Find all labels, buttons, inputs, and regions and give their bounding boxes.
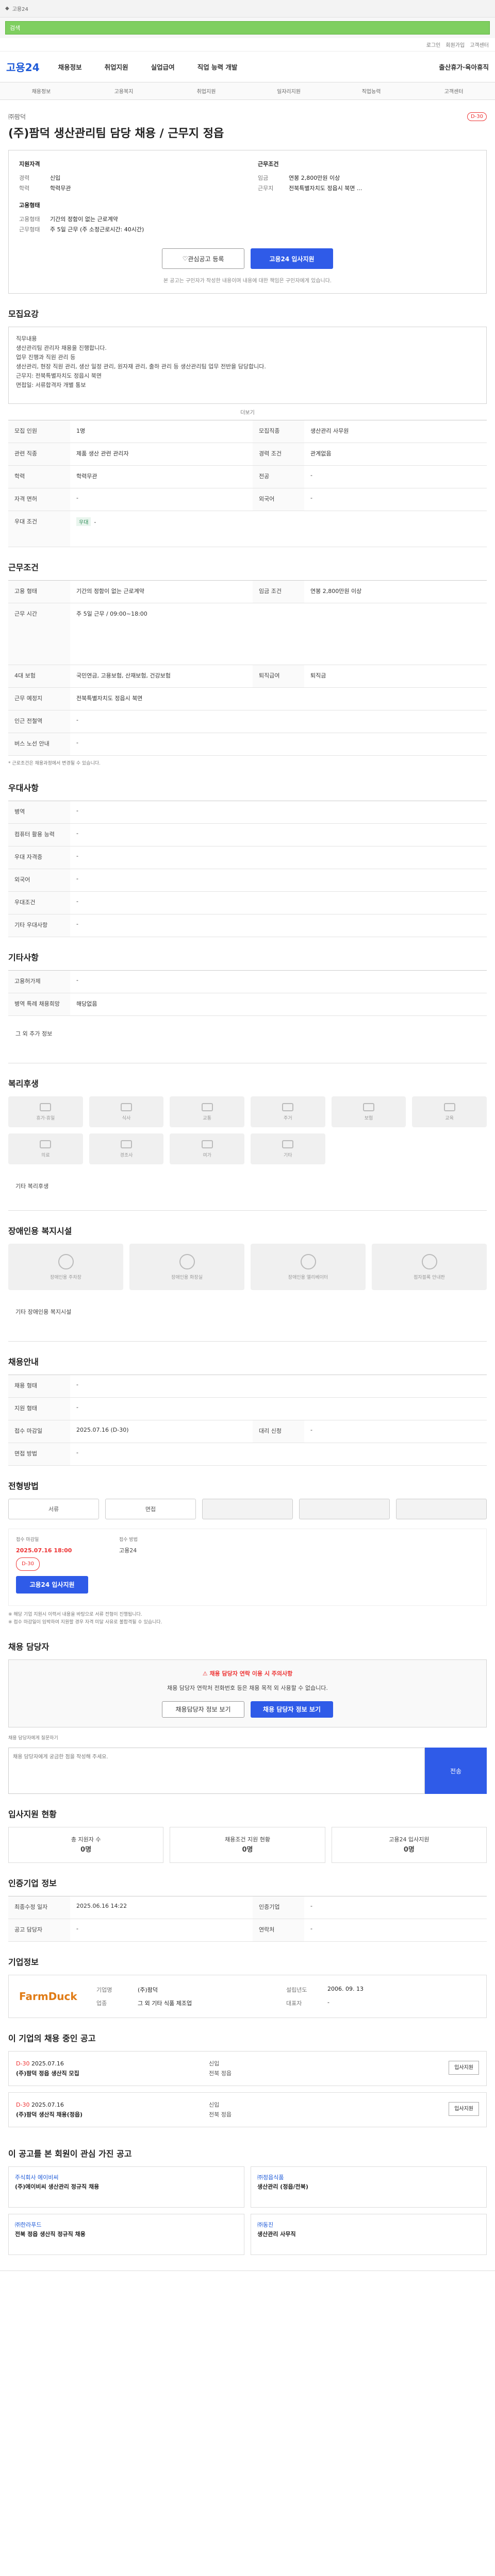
subnav-item[interactable]: 직업능력 bbox=[330, 87, 412, 95]
util-bar: 로그인 회원가입 고객센터 bbox=[0, 38, 495, 52]
subnav-item[interactable]: 취업지원 bbox=[165, 87, 248, 95]
search-row: 검색 bbox=[0, 18, 495, 38]
meal-icon bbox=[120, 1103, 132, 1111]
bus-icon bbox=[201, 1103, 213, 1111]
welfare-tile: 의료 bbox=[8, 1133, 83, 1164]
nav-leave[interactable]: 출산휴가·육아휴직 bbox=[439, 62, 489, 72]
gift-icon bbox=[120, 1140, 132, 1148]
recruit-table: 모집 인원 1명 모집직종 생산관리 사무원 관련 직종 제품 생산 관련 관리자 경력 … bbox=[8, 420, 487, 547]
braille-icon bbox=[421, 1253, 437, 1269]
welfare-tile: 기타 bbox=[251, 1133, 325, 1164]
recruit-section: 모집요강 직무내용 생산관리팀 관리자 채용을 진행합니다. 업무 진행과 직원… bbox=[0, 294, 495, 547]
save-job-button[interactable]: ♡ 관심공고 등록 bbox=[162, 248, 244, 269]
process-section: 전형방법 서류 면접 접수 마감일 2025.07.16 18:00 D-30 … bbox=[0, 1466, 495, 1626]
etc-section: 기타사항 고용허가제 - 병역 특례 채용희망 해당없음 그 외 추가 정보 bbox=[0, 937, 495, 1063]
apply-button[interactable]: 입사지원 bbox=[449, 2102, 479, 2116]
help-link[interactable]: 고객센터 bbox=[470, 41, 489, 48]
warning-icon: ⚠ bbox=[202, 1670, 210, 1677]
more-button[interactable]: 더보기 bbox=[8, 404, 487, 420]
inquiry-textarea[interactable] bbox=[8, 1748, 425, 1794]
nav-benefit[interactable]: 실업급여 bbox=[151, 62, 175, 72]
page-title: (주)팜덕 생산관리팀 담당 채용 / 근무지 정읍 bbox=[8, 127, 224, 140]
contact-section: 채용 담당자 ⚠ 채용 담당자 연락 이용 시 주의사항 채용 담당자 연락처 … bbox=[0, 1626, 495, 1794]
step-empty bbox=[396, 1499, 487, 1519]
apply-button[interactable]: 고용24 입사지원 bbox=[16, 1576, 88, 1594]
step-interview: 면접 bbox=[105, 1499, 196, 1519]
welfare-tile: 경조사 bbox=[89, 1133, 164, 1164]
list-item: D-30 2025.07.16 (주)팜덕 정읍 생산직 모집 신입 전북 정읍 입… bbox=[8, 2051, 487, 2086]
subnav-item[interactable]: 고객센터 bbox=[412, 87, 495, 95]
medical-icon bbox=[40, 1140, 52, 1148]
disclaimer: 본 공고는 구인자가 작성한 내용이며 내용에 대한 책임은 구인자에게 있습니… bbox=[163, 278, 332, 284]
nav-support[interactable]: 취업지원 bbox=[105, 62, 128, 72]
elevator-icon bbox=[300, 1253, 316, 1269]
nav-training[interactable]: 직업 능력 개발 bbox=[197, 62, 238, 72]
company-jobs-section: 이 기업의 채용 중인 공고 D-30 2025.07.16 (주)팜덕 정읍 생… bbox=[0, 2018, 495, 2127]
home-icon bbox=[282, 1103, 294, 1111]
step-empty bbox=[202, 1499, 293, 1519]
etc-icon bbox=[282, 1140, 294, 1148]
welfare-tile: 휴가·휴일 bbox=[8, 1096, 83, 1127]
job-description: 직무내용 생산관리팀 관리자 채용을 진행합니다. 업무 진행과 직원 관리 등… bbox=[8, 327, 487, 404]
sub-nav: 채용정보 고용복지 취업지원 일자리지원 직업능력 고객센터 bbox=[0, 82, 495, 100]
company-name: ㈜팜덕 bbox=[8, 113, 26, 121]
contact-info-button[interactable]: 채용담당자 정보 보기 bbox=[162, 1701, 244, 1718]
welfare-tile: 보험 bbox=[331, 1096, 406, 1127]
signup-link[interactable]: 회원가입 bbox=[446, 41, 465, 48]
welfare-tile: 여가 bbox=[170, 1133, 244, 1164]
hiring-section: 채용안내 채용 형태 - 지원 형태 - 접수 마감일 2025.07.16 (D-3… bbox=[0, 1342, 495, 1466]
restroom-icon bbox=[179, 1253, 195, 1269]
welfare-tile: 교육 bbox=[412, 1096, 487, 1127]
welfare-tile: 식사 bbox=[89, 1096, 164, 1127]
main-nav: 고용24 채용정보 취업지원 실업급여 직업 능력 개발 출산휴가·육아휴직 bbox=[0, 52, 495, 82]
send-button[interactable]: 전송 bbox=[425, 1748, 487, 1794]
footer bbox=[0, 2270, 495, 2307]
rec-card[interactable]: ㈜한라푸드 전북 정읍 생산직 정규직 채용 bbox=[8, 2214, 244, 2255]
site-logo[interactable]: 고용24 bbox=[6, 59, 40, 74]
book-icon bbox=[443, 1103, 455, 1111]
apply-button[interactable]: 고용24 입사지원 bbox=[251, 248, 333, 269]
subnav-item[interactable]: 채용정보 bbox=[0, 87, 82, 95]
preference-section: 우대사항 병역 - 컴퓨터 활용 능력 - 우대 자격증 - 외국어 - 우대조건 - 기… bbox=[0, 768, 495, 937]
disability-section: 장애인용 복지시설 장애인용 주차장 장애인용 화장실 장애인용 엘리베이터 점… bbox=[0, 1211, 495, 1342]
job-summary-card: 지원자격 경력 신입 학력 학력무관 고용형태 고용형태 기간의 정함이 없는 근로계… bbox=[8, 150, 487, 294]
rec-card[interactable]: 주식회사 에이비씨 (주)에이비씨 생산관리 정규직 채용 bbox=[8, 2166, 244, 2208]
list-item: D-30 2025.07.16 (주)팜덕 생산직 채용(정읍) 신입 전북 정읍 … bbox=[8, 2092, 487, 2127]
rec-card[interactable]: ㈜정읍식품 생산관리 (정읍/전북) bbox=[251, 2166, 487, 2208]
summary-heading: 지원자격 bbox=[19, 161, 40, 167]
info-section: 인증기업 정보 최종수정 일자 2025.06.16 14:22 인증기업 - 공고 … bbox=[0, 1863, 495, 1942]
conditions-section: 근무조건 고용 형태 기간의 정함이 없는 근로계약 임금 조건 연봉 2,800만원… bbox=[0, 547, 495, 768]
company-section: 기업정보 FarmDuck 기업명 (주)팜덕 설립년도 2006. 09. 13 … bbox=[0, 1942, 495, 2018]
leisure-icon bbox=[201, 1140, 213, 1148]
recommend-section: 이 공고를 본 회원이 관심 가진 공고 주식회사 에이비씨 (주)에이비씨 생산… bbox=[0, 2133, 495, 2255]
welfare-tile: 교통 bbox=[170, 1096, 244, 1127]
job-header: ㈜팜덕 (주)팜덕 생산관리팀 담당 채용 / 근무지 정읍 D-30 bbox=[0, 100, 495, 150]
apply-button[interactable]: 입사지원 bbox=[449, 2061, 479, 2075]
step-document: 서류 bbox=[8, 1499, 99, 1519]
vacation-icon bbox=[40, 1103, 52, 1111]
welfare-section: 복리후생 휴가·휴일 식사 교통 주거 보험 교육 의료 경조사 여가 기타 기… bbox=[0, 1063, 495, 1211]
welfare-tile: 주거 bbox=[251, 1096, 325, 1127]
shield-icon bbox=[362, 1103, 374, 1111]
gov-icon: ◆ bbox=[5, 6, 9, 11]
stats-section: 입사지원 현황 총 지원자 수 0명 채용조건 지원 현황 0명 고용24 입사지원… bbox=[0, 1794, 495, 1863]
search-input[interactable]: 검색 bbox=[5, 21, 490, 35]
login-link[interactable]: 로그인 bbox=[426, 41, 441, 48]
subnav-item[interactable]: 일자리지원 bbox=[248, 87, 330, 95]
heart-icon: ♡ bbox=[182, 255, 188, 262]
nav-jobs[interactable]: 채용정보 bbox=[58, 62, 82, 72]
parking-icon bbox=[58, 1253, 74, 1269]
contact-show-button[interactable]: 채용 담당자 정보 보기 bbox=[251, 1701, 333, 1718]
company-logo: FarmDuck bbox=[19, 1990, 77, 2003]
subnav-item[interactable]: 고용복지 bbox=[82, 87, 165, 95]
rec-card[interactable]: ㈜동진 생산관리 사무직 bbox=[251, 2214, 487, 2255]
dday-badge: D-30 bbox=[467, 112, 487, 121]
top-banner: ◆ 고용24 bbox=[0, 0, 495, 18]
step-empty bbox=[299, 1499, 390, 1519]
